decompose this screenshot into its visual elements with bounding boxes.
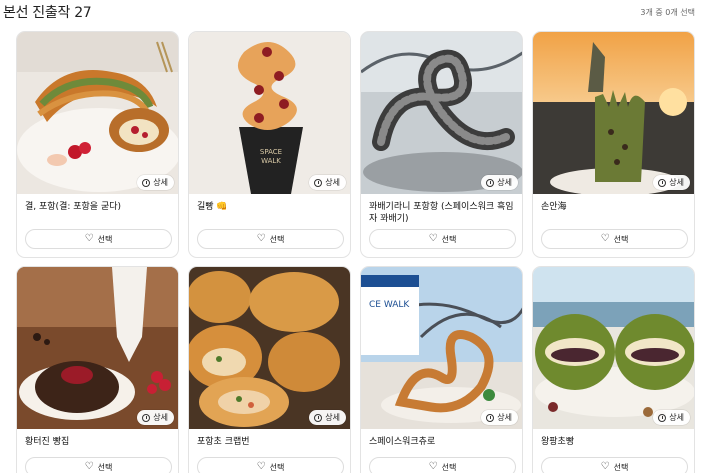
info-icon [486,413,495,422]
svg-text:SPACE: SPACE [260,148,282,156]
entry-image-crab-buns[interactable]: 상세 [189,267,350,429]
heart-icon: ♡ [256,233,266,244]
select-label: 선택 [97,462,113,472]
select-label: 선택 [613,462,629,472]
entry-card[interactable]: 상세 왕팡초빵 ♡ 선택 [532,266,695,473]
entry-image-sesame-twist[interactable]: 상세 [361,32,522,194]
info-icon [314,413,323,422]
select-button[interactable]: ♡ 선택 [25,229,172,249]
select-button[interactable]: ♡ 선택 [541,457,688,473]
select-label: 선택 [269,234,285,244]
selection-count: 3개 중 0개 선택 [640,8,695,17]
entry-name: 포항초 크랩번 [197,437,250,447]
select-label: 선택 [269,462,285,472]
select-button[interactable]: ♡ 선택 [197,229,344,249]
entry-image-chocolate-cake[interactable]: 상세 [17,267,178,429]
entry-name: 왕팡초빵 [541,437,575,447]
svg-text:CE WALK: CE WALK [369,300,410,310]
heart-icon: ♡ [428,233,438,244]
select-button[interactable]: ♡ 선택 [197,457,344,473]
info-icon [658,178,667,187]
detail-button[interactable]: 상세 [481,410,518,425]
select-button[interactable]: ♡ 선택 [25,457,172,473]
entry-name: 꽈배기라니 포항항 (스페이스워크 흑임자 꽈배기) [369,202,514,224]
entry-card[interactable]: CE WALK 상세 스페이스워크츄로 ♡ 선택 [360,266,523,473]
svg-text:WALK: WALK [261,157,281,165]
select-button[interactable]: ♡ 선택 [369,457,516,473]
entry-image-croissant[interactable]: 상세 [17,32,178,194]
info-icon [314,178,323,187]
detail-button[interactable]: 상세 [309,175,346,190]
entry-name: 황터진 빵집 [25,437,70,447]
select-label: 선택 [613,234,629,244]
select-label: 선택 [97,234,113,244]
detail-button[interactable]: 상세 [653,175,690,190]
entry-card[interactable]: 상세 황터진 빵집 ♡ 선택 [16,266,179,473]
detail-button[interactable]: 상세 [137,175,174,190]
entry-image-green-bread[interactable]: 상세 [533,267,694,429]
select-label: 선택 [441,462,457,472]
heart-icon: ♡ [84,461,94,472]
entry-card[interactable]: SPACE WALK 상세 길빵 👊 ♡ 선택 [188,31,351,258]
select-button[interactable]: ♡ 선택 [369,229,516,249]
heart-icon: ♡ [600,233,610,244]
entry-name: 스페이스워크츄로 [369,437,436,447]
entry-name: 손안海 [541,202,567,212]
heart-icon: ♡ [600,461,610,472]
info-icon [142,413,151,422]
select-button[interactable]: ♡ 선택 [541,229,688,249]
page-title: 본선 진출작 27 [3,5,92,21]
entry-card[interactable]: 상세 결, 포항(결: 포항을 굳다) ♡ 선택 [16,31,179,258]
entry-card[interactable]: 상세 포항초 크랩번 ♡ 선택 [188,266,351,473]
detail-button[interactable]: 상세 [481,175,518,190]
detail-button[interactable]: 상세 [309,410,346,425]
info-icon [658,413,667,422]
entry-name: 결, 포항(결: 포항을 굳다) [25,202,122,212]
heart-icon: ♡ [256,461,266,472]
detail-button[interactable]: 상세 [137,410,174,425]
heart-icon: ♡ [84,233,94,244]
entry-image-twisted-bread[interactable]: SPACE WALK 상세 [189,32,350,194]
entry-card[interactable]: 상세 손안海 ♡ 선택 [532,31,695,258]
entry-name: 길빵 👊 [197,202,228,212]
info-icon [486,178,495,187]
entry-card[interactable]: 상세 꽈배기라니 포항항 (스페이스워크 흑임자 꽈배기) ♡ 선택 [360,31,523,258]
entry-image-hand-bread[interactable]: 상세 [533,32,694,194]
detail-button[interactable]: 상세 [653,410,690,425]
heart-icon: ♡ [428,461,438,472]
select-label: 선택 [441,234,457,244]
page-header: 본선 진출작 27 3개 중 0개 선택 [0,0,710,22]
info-icon [142,178,151,187]
entry-image-churro[interactable]: CE WALK 상세 [361,267,522,429]
